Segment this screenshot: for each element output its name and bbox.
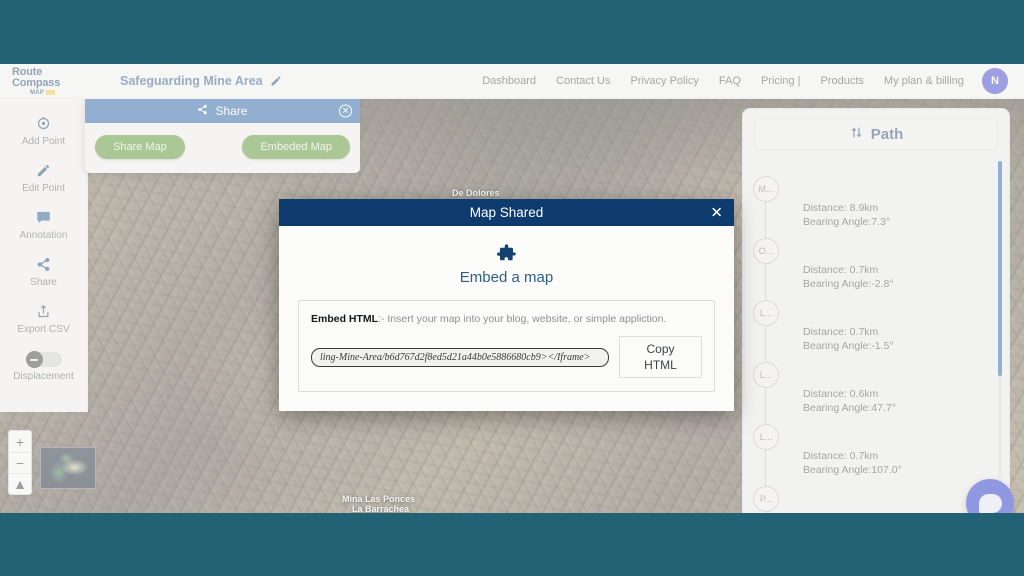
screen-root: De Dolores Estero De Dolores Mina Los Pu…: [0, 0, 1024, 576]
embed-input-row: ling-Mine-Area/b6d767d2f8ed5d21a44b0e588…: [311, 336, 702, 378]
modal-title: Map Shared: [469, 205, 544, 220]
copy-html-line2: HTML: [644, 358, 677, 372]
copy-html-line1: Copy: [646, 342, 675, 356]
modal-body: Embed a map Embed HTML:- Insert your map…: [279, 226, 734, 392]
puzzle-piece-icon: [298, 242, 715, 265]
modal-header: Map Shared ✕: [279, 199, 734, 226]
embed-description: Embed HTML:- Insert your map into your b…: [311, 312, 702, 326]
map-shared-modal: Map Shared ✕ Embed a map Embed HTML:- In…: [279, 199, 734, 411]
letterbox-top: [0, 0, 1024, 64]
embed-html-input[interactable]: ling-Mine-Area/b6d767d2f8ed5d21a44b0e588…: [311, 347, 609, 367]
copy-html-button[interactable]: Copy HTML: [619, 336, 702, 378]
embed-html-card: Embed HTML:- Insert your map into your b…: [298, 300, 715, 392]
embed-label: Embed HTML: [311, 313, 379, 325]
letterbox-bottom: [0, 513, 1024, 576]
close-icon[interactable]: ✕: [710, 205, 723, 220]
modal-subtitle: Embed a map: [459, 269, 554, 286]
app-viewport: De Dolores Estero De Dolores Mina Los Pu…: [0, 64, 1024, 513]
embed-description-text: :- Insert your map into your blog, websi…: [378, 313, 667, 325]
